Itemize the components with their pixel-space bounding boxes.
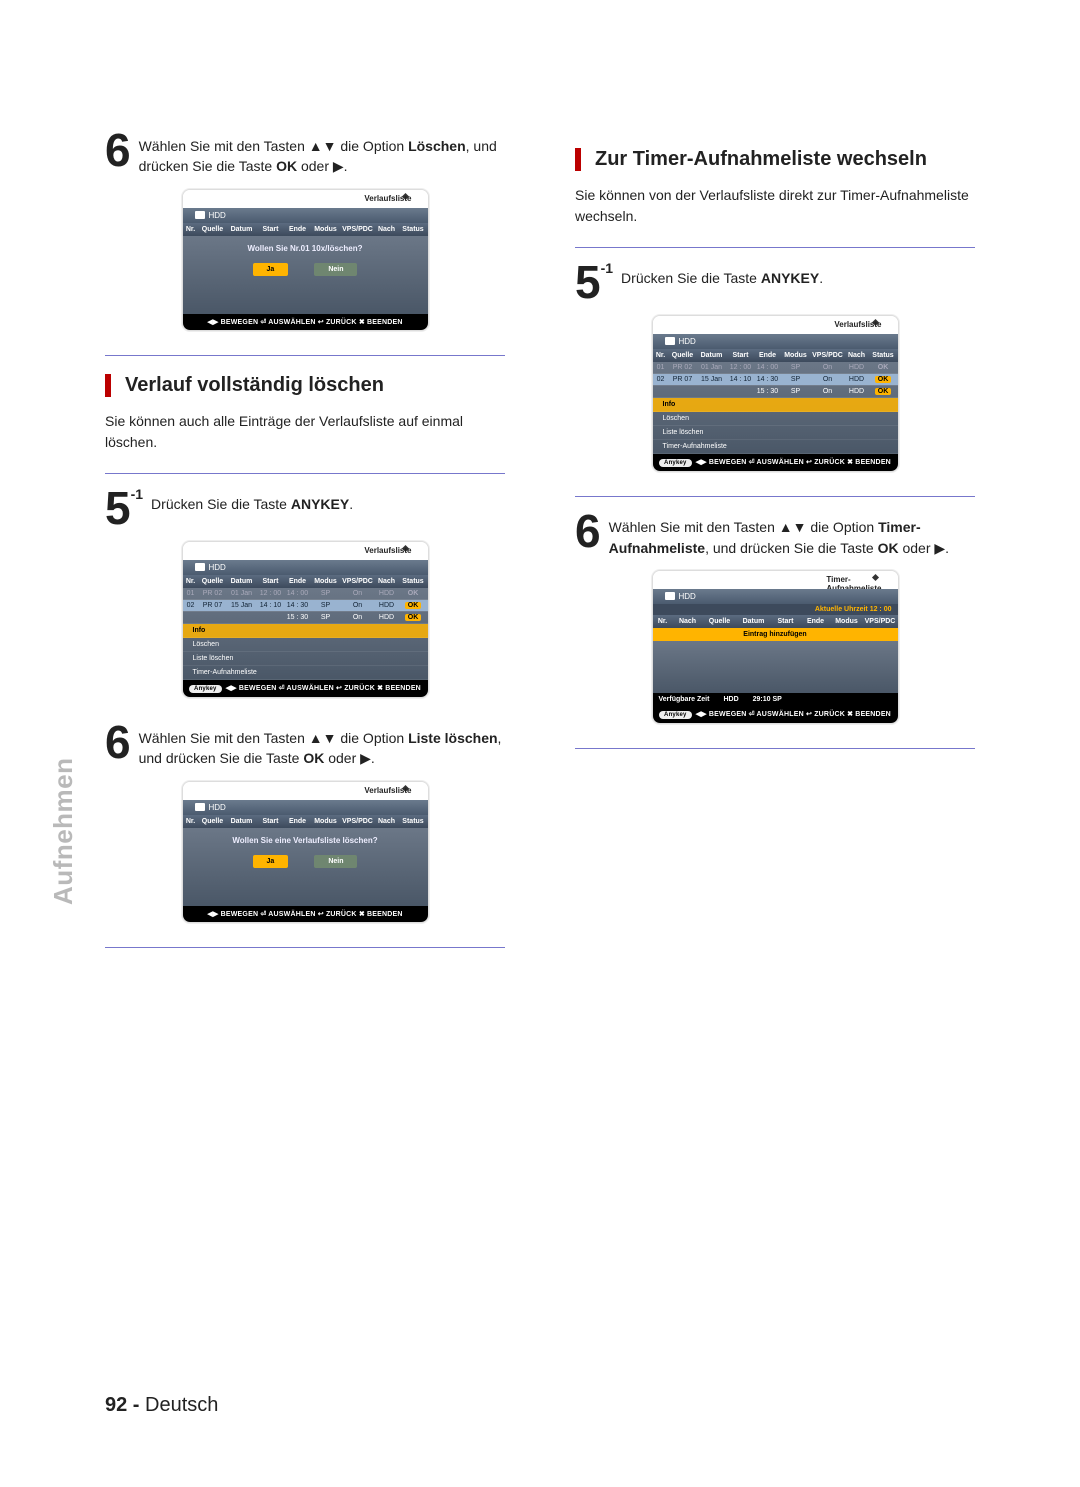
- anykey-pill: Anykey: [189, 685, 222, 693]
- table-row[interactable]: 01PR 0201 Jan12 : 0014 : 00SPOnHDDOK: [183, 588, 428, 600]
- divider: [105, 473, 505, 474]
- menu-item-delete-list[interactable]: Liste löschen: [183, 652, 428, 666]
- step-text: Wählen Sie mit den Tasten ▲▼ die Option …: [609, 511, 975, 558]
- step-5-1-left: 5-1 Drücken Sie die Taste ANYKEY.: [105, 488, 505, 529]
- manual-page: Aufnehmen 6 Wählen Sie mit den Tasten ▲▼…: [0, 0, 1080, 1487]
- table-row[interactable]: 02PR 0715 Jan14 : 1014 : 30SPOnHDDOK: [183, 600, 428, 612]
- step-text: Drücken Sie die Taste ANYKEY.: [621, 262, 823, 288]
- current-time: Aktuelle Uhrzeit 12 : 00: [653, 604, 898, 615]
- timer-header-row: Nr.NachQuelleDatumStartEndeModusVPS/PDC: [653, 615, 898, 628]
- divider: [105, 947, 505, 948]
- menu-item-delete-list[interactable]: Liste löschen: [653, 426, 898, 440]
- step-number: 6: [105, 722, 131, 763]
- section-side-label: Aufnehmen: [48, 758, 79, 906]
- available-time-bar: Verfügbare Zeit HDD 29:10 SP: [653, 693, 898, 706]
- step-number: 6: [105, 130, 131, 171]
- lead-text: Sie können von der Verlaufsliste direkt …: [575, 185, 975, 227]
- page-number: 92 - Deutsch: [105, 1394, 218, 1417]
- no-button[interactable]: Nein: [314, 263, 357, 276]
- menu-item-info[interactable]: Info: [653, 398, 898, 412]
- yes-button[interactable]: Ja: [253, 855, 289, 868]
- confirm-dialog: Wollen Sie Nr.01 10x/löschen? Ja Nein: [201, 244, 410, 276]
- step-6-right: 6 Wählen Sie mit den Tasten ▲▼ die Optio…: [575, 511, 975, 558]
- screenshot-history-context: Verlaufsliste HDD Nr.QuelleDatumStartEnd…: [182, 541, 429, 698]
- step-6b: 6 Wählen Sie mit den Tasten ▲▼ die Optio…: [105, 722, 505, 769]
- scr-footer: ◀▶ BEWEGEN ⏎ AUSWÄHLEN ↩ ZURÜCK ✖ BEENDE…: [183, 314, 428, 330]
- menu-item-timer-list[interactable]: Timer-Aufnahmeliste: [183, 666, 428, 680]
- dialog-message: Wollen Sie eine Verlaufsliste löschen?: [201, 836, 410, 845]
- step-5-1-right: 5-1 Drücken Sie die Taste ANYKEY.: [575, 262, 975, 303]
- step-number: 5-1: [575, 262, 613, 303]
- screenshot-history-delete-one: Verlaufsliste HDD Nr.QuelleDatumStartEnd…: [182, 189, 429, 331]
- menu-item-timer-list[interactable]: Timer-Aufnahmeliste: [653, 440, 898, 454]
- screenshot-timer-list: Timer-Aufnahmeliste HDD Aktuelle Uhrzeit…: [652, 570, 899, 724]
- table-row[interactable]: 02PR 0715 Jan14 : 1014 : 30SPOnHDDOK: [653, 374, 898, 386]
- step-text: Wählen Sie mit den Tasten ▲▼ die Option …: [139, 722, 505, 769]
- menu-item-delete[interactable]: Löschen: [183, 638, 428, 652]
- screenshot-history-delete-list: Verlaufsliste HDD Nr.QuelleDatumStartEnd…: [182, 781, 429, 923]
- scr-title: Verlaufsliste: [364, 194, 411, 203]
- context-menu: Info Löschen Liste löschen Timer-Aufnahm…: [653, 398, 898, 454]
- confirm-dialog: Wollen Sie eine Verlaufsliste löschen? J…: [201, 836, 410, 868]
- divider: [105, 355, 505, 356]
- table-row[interactable]: 01PR 0201 Jan12 : 0014 : 00SPOnHDDOK: [653, 362, 898, 374]
- divider: [575, 496, 975, 497]
- no-button[interactable]: Nein: [314, 855, 357, 868]
- menu-item-delete[interactable]: Löschen: [653, 412, 898, 426]
- dialog-message: Wollen Sie Nr.01 10x/löschen?: [201, 244, 410, 253]
- heading-switch-timer: Zur Timer-Aufnahmeliste wechseln: [575, 148, 975, 171]
- step-6a: 6 Wählen Sie mit den Tasten ▲▼ die Optio…: [105, 130, 505, 177]
- heading-clear-all: Verlauf vollständig löschen: [105, 374, 505, 397]
- scr-header-row: Nr.QuelleDatumStartEndeModusVPS/PDCNachS…: [183, 223, 428, 236]
- lead-text: Sie können auch alle Einträge der Verlau…: [105, 411, 505, 453]
- table-row[interactable]: 15 : 30SPOnHDDOK: [183, 612, 428, 624]
- left-column: 6 Wählen Sie mit den Tasten ▲▼ die Optio…: [105, 130, 505, 962]
- context-menu: Info Löschen Liste löschen Timer-Aufnahm…: [183, 624, 428, 680]
- menu-item-info[interactable]: Info: [183, 624, 428, 638]
- add-entry-row[interactable]: Eintrag hinzufügen: [653, 628, 898, 641]
- step-number: 5-1: [105, 488, 143, 529]
- divider: [575, 748, 975, 749]
- screenshot-history-context-right: Verlaufsliste HDD Nr.QuelleDatumStartEnd…: [652, 315, 899, 472]
- divider: [575, 247, 975, 248]
- scr-topbar: HDD: [183, 208, 428, 223]
- table-row[interactable]: 15 : 30SPOnHDDOK: [653, 386, 898, 398]
- step-text: Wählen Sie mit den Tasten ▲▼ die Option …: [139, 130, 505, 177]
- yes-button[interactable]: Ja: [253, 263, 289, 276]
- right-column: Zur Timer-Aufnahmeliste wechseln Sie kön…: [575, 130, 975, 962]
- step-text: Drücken Sie die Taste ANYKEY.: [151, 488, 353, 514]
- step-number: 6: [575, 511, 601, 552]
